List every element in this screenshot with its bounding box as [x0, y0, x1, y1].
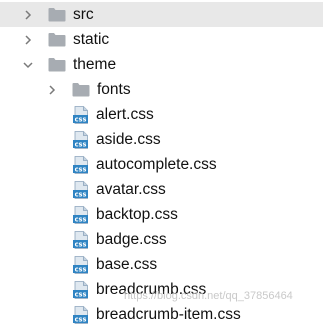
tree-item-label: autocomplete.css	[96, 156, 217, 173]
chevron-right-icon[interactable]	[46, 84, 58, 96]
chevron-right-icon[interactable]	[22, 34, 34, 46]
tree-item-src-folder[interactable]: src	[0, 2, 323, 27]
css-file-icon: css	[73, 155, 89, 174]
tree-item-label: breadcrumb.css	[96, 281, 207, 298]
tree-item-label: backtop.css	[96, 206, 178, 223]
tree-item-label: fonts	[97, 81, 131, 98]
tree-item-label: avatar.css	[96, 181, 166, 198]
css-file-icon: css	[73, 255, 89, 274]
css-file-icon: css	[73, 180, 89, 199]
css-file-icon: css	[73, 130, 89, 149]
css-icon-text: css	[75, 290, 87, 298]
css-icon-text: css	[75, 315, 87, 323]
folder-icon	[48, 57, 66, 72]
tree-item-css-file[interactable]: css autocomplete.css	[0, 152, 323, 177]
tree-item-label: base.css	[96, 256, 158, 273]
css-icon-text: css	[75, 165, 87, 173]
folder-icon	[48, 7, 66, 22]
tree-item-fonts-folder[interactable]: fonts	[0, 77, 323, 102]
css-icon-text: css	[75, 140, 87, 148]
tree-item-label: aside.css	[96, 131, 161, 148]
tree-item-label: theme	[73, 56, 117, 73]
tree-item-css-file[interactable]: css base.css	[0, 252, 323, 277]
file-tree: src static theme fonts css alert.css css…	[0, 2, 323, 327]
css-file-icon: css	[73, 305, 89, 324]
folder-icon	[48, 32, 66, 47]
tree-item-label: src	[73, 6, 94, 23]
tree-item-css-file[interactable]: css breadcrumb-item.css	[0, 302, 323, 327]
tree-item-css-file[interactable]: css avatar.css	[0, 177, 323, 202]
css-icon-text: css	[75, 240, 87, 248]
tree-item-css-file[interactable]: css alert.css	[0, 102, 323, 127]
css-file-icon: css	[73, 230, 89, 249]
tree-item-label: static	[73, 31, 110, 48]
tree-item-label: breadcrumb-item.css	[96, 306, 241, 323]
folder-icon	[72, 82, 90, 97]
tree-item-css-file[interactable]: css aside.css	[0, 127, 323, 152]
chevron-down-icon[interactable]	[22, 59, 34, 71]
tree-item-css-file[interactable]: css badge.css	[0, 227, 323, 252]
css-file-icon: css	[73, 280, 89, 299]
css-file-icon: css	[73, 205, 89, 224]
tree-item-static-folder[interactable]: static	[0, 27, 323, 52]
css-icon-text: css	[75, 265, 87, 273]
css-icon-text: css	[75, 215, 87, 223]
tree-item-css-file[interactable]: css backtop.css	[0, 202, 323, 227]
tree-item-label: alert.css	[96, 106, 154, 123]
tree-item-label: badge.css	[96, 231, 167, 248]
css-file-icon: css	[73, 105, 89, 124]
css-icon-text: css	[75, 190, 87, 198]
tree-item-css-file[interactable]: css breadcrumb.css	[0, 277, 323, 302]
chevron-right-icon[interactable]	[22, 9, 34, 21]
tree-item-theme-folder[interactable]: theme	[0, 52, 323, 77]
css-icon-text: css	[75, 115, 87, 123]
